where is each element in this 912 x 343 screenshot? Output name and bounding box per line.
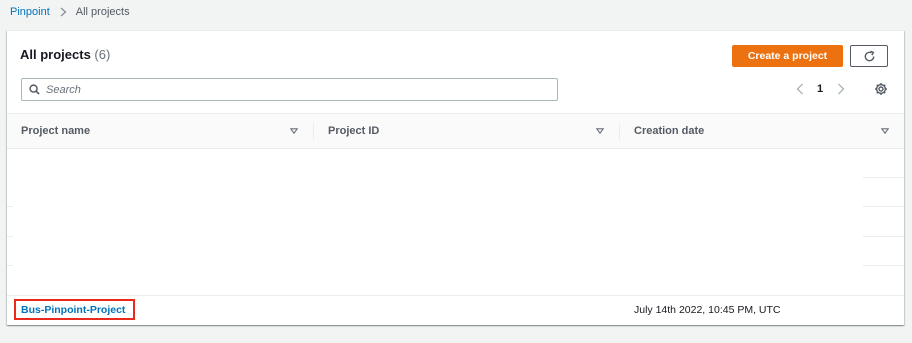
project-count: (6) [94, 47, 111, 62]
row-divider [863, 236, 904, 237]
row-divider [7, 265, 13, 266]
table-row: Bus-Pinpoint-Project July 14th 2022, 10:… [7, 295, 904, 325]
column-header-creation-date[interactable]: Creation date [634, 114, 704, 148]
column-divider [619, 123, 620, 140]
gear-icon [875, 83, 887, 95]
row-divider [863, 265, 904, 266]
page-title: All projects (6) [20, 47, 110, 62]
sort-project-name-button[interactable] [290, 114, 298, 148]
caret-down-icon [596, 128, 604, 134]
create-project-button[interactable]: Create a project [732, 45, 843, 67]
column-header-project-name[interactable]: Project name [21, 114, 90, 148]
caret-down-icon [881, 128, 889, 134]
search-field [21, 78, 558, 101]
search-input[interactable] [46, 83, 526, 96]
next-page-button[interactable] [834, 83, 848, 95]
search-icon [29, 84, 40, 95]
chevron-right-icon [60, 7, 67, 17]
row-divider [7, 236, 13, 237]
column-header-project-id[interactable]: Project ID [328, 114, 379, 148]
refresh-button[interactable] [850, 45, 888, 67]
breadcrumb-current: All projects [75, 6, 130, 18]
creation-date-cell: July 14th 2022, 10:45 PM, UTC [634, 304, 781, 316]
breadcrumb-pinpoint-link[interactable]: Pinpoint [10, 6, 50, 18]
project-name-link[interactable]: Bus-Pinpoint-Project [14, 299, 135, 320]
prev-page-button[interactable] [793, 83, 807, 95]
caret-down-icon [290, 128, 298, 134]
preferences-button[interactable] [873, 81, 889, 97]
panel-title-text: All projects [20, 47, 91, 62]
table-header: Project name Project ID Creation date [7, 113, 904, 149]
pagination: 1 [793, 80, 848, 98]
projects-panel: All projects (6) Create a project 1 [7, 30, 904, 325]
column-divider [313, 123, 314, 140]
sort-creation-date-button[interactable] [881, 114, 889, 148]
refresh-icon [863, 49, 876, 63]
chevron-right-icon [838, 83, 845, 95]
row-divider [7, 206, 13, 207]
chevron-left-icon [796, 83, 803, 95]
breadcrumb: Pinpoint All projects [10, 4, 130, 20]
page-number-button[interactable]: 1 [817, 83, 823, 95]
sort-project-id-button[interactable] [596, 114, 604, 148]
row-divider [863, 177, 904, 178]
row-divider [863, 206, 904, 207]
